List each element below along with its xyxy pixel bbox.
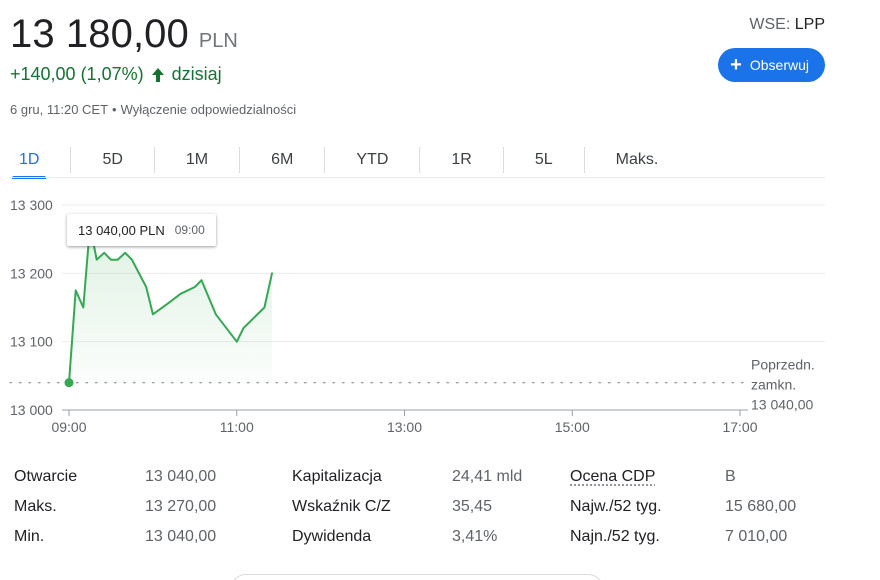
stat-label-low: Min. [14, 528, 45, 545]
key-stats: Otwarcie Maks. Min. 13 040,00 13 270,00 … [14, 462, 824, 562]
tabs-divider [10, 177, 825, 178]
chart-tooltip: 13 040,00 PLN 09:00 [67, 214, 216, 246]
change-value: +140,00 (1,07%) [10, 64, 144, 84]
stat-value-52w-high: 15 680,00 [725, 498, 797, 515]
previous-close-label: 13 040,00 [751, 397, 813, 413]
tab-1r[interactable]: 1R [442, 145, 480, 175]
range-tabs: 1D 5D 1M 6M YTD 1R 5L Maks. [10, 143, 689, 179]
tab-1m[interactable]: 1M [177, 145, 217, 175]
stat-label-open: Otwarcie [14, 468, 78, 485]
arrow-up-icon [150, 67, 166, 83]
stat-value-high: 13 270,00 [145, 498, 217, 515]
y-tick-label: 13 200 [10, 265, 53, 281]
change-period: dzisiaj [171, 64, 222, 84]
stat-value-market-cap: 24,41 mld [452, 468, 523, 485]
price-change: +140,00 (1,07%) dzisiaj [10, 64, 222, 85]
bottom-pill-button[interactable] [230, 574, 604, 580]
stat-value-low: 13 040,00 [145, 528, 217, 545]
stat-value-cdp-rating: B [725, 468, 736, 485]
plus-icon: + [730, 54, 742, 76]
start-point-marker [64, 378, 74, 388]
stats-values-col2: 24,41 mld 35,45 3,41% [452, 462, 522, 552]
tab-separator [583, 147, 585, 173]
tooltip-price: 13 040,00 PLN [78, 222, 165, 238]
previous-close-label: zamkn. [751, 377, 796, 393]
stat-label-pe-ratio: Wskaźnik C/Z [292, 498, 391, 515]
stats-values-col1: 13 040,00 13 270,00 13 040,00 [145, 462, 216, 552]
stats-labels-col2: Kapitalizacja Wskaźnik C/Z Dywidenda [292, 462, 391, 552]
quote-header: 13 180,00 PLN +140,00 (1,07%) dzisiaj 6 … [10, 8, 830, 128]
tooltip-time: 09:00 [174, 223, 205, 237]
tab-separator [324, 147, 326, 173]
tab-6m[interactable]: 6M [262, 145, 302, 175]
disclaimer-link[interactable]: Wyłączenie odpowiedzialności [121, 102, 296, 117]
stats-labels-col1: Otwarcie Maks. Min. [14, 462, 77, 552]
tab-separator [502, 147, 504, 173]
price-row: 13 180,00 PLN [10, 12, 238, 56]
symbol-name: LPP [794, 16, 825, 33]
quote-meta: 6 gru, 11:20 CET • Wyłączenie odpowiedzi… [10, 102, 296, 117]
y-tick-label: 13 100 [10, 334, 53, 350]
tab-max[interactable]: Maks. [607, 145, 668, 175]
ticker-symbol: WSE: LPP [749, 16, 825, 34]
quote-timestamp: 6 gru, 11:20 CET [10, 102, 109, 117]
stat-label-52w-high: Najw./52 tyg. [570, 498, 662, 515]
stat-value-52w-low: 7 010,00 [725, 528, 788, 545]
current-price: 13 180,00 [10, 12, 189, 56]
meta-separator: • [112, 102, 117, 117]
stat-label-dividend: Dywidenda [292, 528, 372, 545]
tab-5l[interactable]: 5L [526, 145, 562, 175]
stat-value-pe-ratio: 35,45 [452, 498, 493, 515]
stat-label-cdp-rating[interactable]: Ocena CDP [570, 462, 662, 492]
stats-labels-col3: Ocena CDP Najw./52 tyg. Najn./52 tyg. [570, 462, 662, 552]
x-tick-label: 15:00 [555, 419, 590, 435]
stock-quote-page: 13 180,00 PLN +140,00 (1,07%) dzisiaj 6 … [0, 0, 880, 580]
price-currency: PLN [198, 30, 238, 52]
price-area [69, 225, 272, 383]
tab-separator [419, 147, 421, 173]
exchange-name: WSE: [749, 16, 791, 33]
tab-ytd[interactable]: YTD [347, 145, 397, 175]
tab-separator [70, 147, 72, 173]
tab-1d[interactable]: 1D [10, 145, 48, 179]
x-tick-label: 09:00 [51, 419, 86, 435]
stat-value-dividend: 3,41% [452, 528, 498, 545]
follow-label: Obserwuj [749, 57, 809, 73]
tab-separator [239, 147, 241, 173]
y-tick-label: 13 300 [10, 197, 53, 213]
x-tick-label: 13:00 [387, 419, 422, 435]
stat-label-52w-low: Najn./52 tyg. [570, 528, 660, 545]
follow-button[interactable]: + Obserwuj [718, 48, 825, 82]
stat-label-high: Maks. [14, 498, 57, 515]
x-tick-label: 11:00 [220, 419, 254, 435]
y-tick-label: 13 000 [10, 402, 53, 418]
chart-axes [62, 409, 748, 416]
tab-separator [153, 147, 155, 173]
tab-5d[interactable]: 5D [93, 145, 131, 175]
stat-value-open: 13 040,00 [145, 468, 217, 485]
stat-label-market-cap: Kapitalizacja [292, 468, 382, 485]
stats-values-col3: B 15 680,00 7 010,00 [725, 462, 796, 552]
chart-area [69, 225, 272, 383]
x-tick-label: 17:00 [722, 419, 757, 435]
previous-close-label: Poprzedn. [751, 357, 815, 373]
